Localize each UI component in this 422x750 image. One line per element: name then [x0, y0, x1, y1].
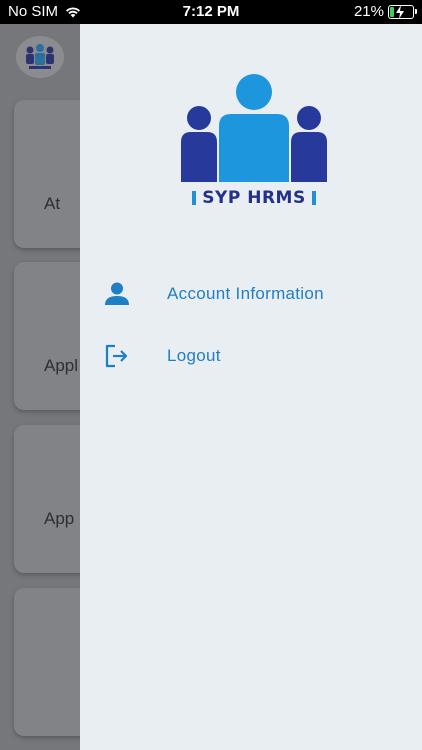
charging-bolt-icon — [396, 4, 404, 19]
brand-bar-left — [192, 191, 197, 205]
logout-icon — [105, 344, 128, 368]
menu-item-logout[interactable]: Logout — [80, 332, 422, 380]
brand-bar-right — [311, 191, 316, 205]
brand-title: SYP HRMS — [202, 188, 306, 208]
menu-item-account-information[interactable]: Account Information — [80, 270, 422, 318]
battery-percent: 21% — [353, 3, 384, 20]
status-right: 21% — [353, 3, 417, 20]
menu-label-logout: Logout — [167, 346, 221, 365]
app-logo-small — [16, 36, 64, 78]
person-icon — [105, 282, 129, 305]
status-bar: No SIM 7:12 PM 21% — [0, 0, 422, 24]
brand-name: SYP HRMS — [173, 188, 335, 208]
navigation-drawer: SYP HRMS Account Information Logout — [80, 0, 422, 750]
battery-charging-icon — [388, 4, 417, 19]
menu-label-account-information: Account Information — [167, 284, 324, 303]
